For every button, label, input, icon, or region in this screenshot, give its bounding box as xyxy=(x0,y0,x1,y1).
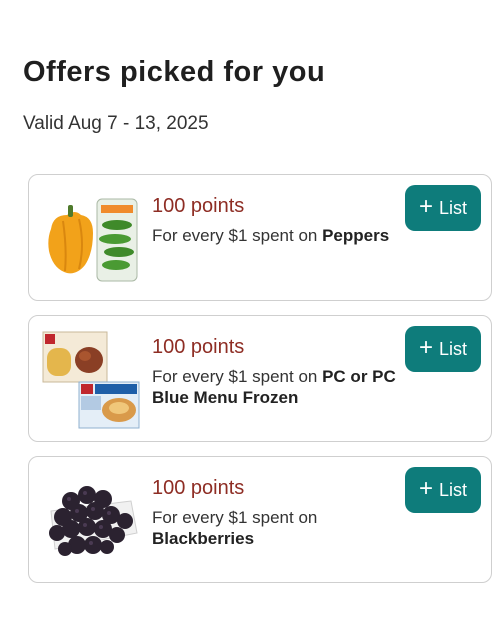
offer-points: 100 points xyxy=(152,195,245,217)
offer-points: 100 points xyxy=(152,477,245,499)
plus-icon: + xyxy=(418,474,433,502)
offer-card-blackberries[interactable]: 100 points For every $1 spent on Blackbe… xyxy=(28,456,492,583)
plus-icon: + xyxy=(418,192,433,220)
offer-description: For every $1 spent on PC or PC Blue Menu… xyxy=(152,367,396,407)
offer-card-peppers[interactable]: 100 points For every $1 spent on Peppers… xyxy=(28,174,492,301)
pc-frozen-meals-image xyxy=(42,331,140,429)
offer-points: 100 points xyxy=(152,336,245,358)
add-to-list-button[interactable]: + List xyxy=(405,326,481,372)
valid-dates: Valid Aug 7 - 13, 2025 xyxy=(23,113,209,134)
offer-description: For every $1 spent on Peppers xyxy=(152,226,390,245)
plus-icon: + xyxy=(418,333,433,361)
add-to-list-button[interactable]: + List xyxy=(405,185,481,231)
add-to-list-label: List xyxy=(439,197,468,218)
offer-product: Peppers xyxy=(322,226,390,245)
peppers-image xyxy=(48,198,138,282)
add-to-list-label: List xyxy=(439,338,468,359)
offer-card-pc-frozen[interactable]: 100 points For every $1 spent on PC or P… xyxy=(28,315,492,442)
blackberries-image xyxy=(49,486,138,556)
offer-description: For every $1 spent on Blackberries xyxy=(152,508,318,548)
page-title: Offers picked for you xyxy=(23,56,326,88)
offer-product: Blackberries xyxy=(152,529,255,548)
add-to-list-label: List xyxy=(439,479,468,500)
add-to-list-button[interactable]: + List xyxy=(405,467,481,513)
